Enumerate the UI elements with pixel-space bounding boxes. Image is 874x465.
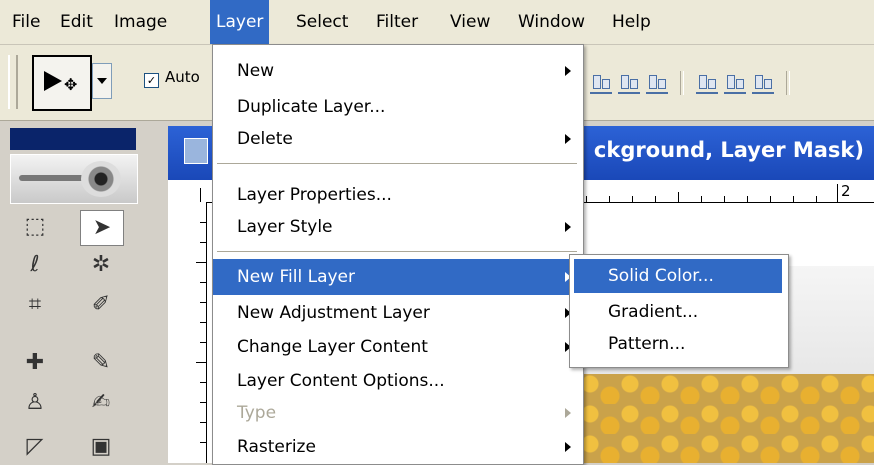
ruler-label: 2 [841,182,851,200]
tool-preset-picker[interactable]: ✥ [32,55,92,111]
move-cross-icon: ✥ [64,75,78,94]
align-top-icon[interactable] [590,72,612,94]
menu-filter[interactable]: Filter [370,0,424,44]
move-tool-icon [44,71,62,91]
magic-wand-tool-icon[interactable]: ✲ [80,248,122,282]
menu-layer[interactable]: Layer [210,0,270,44]
menu-bar: File Edit Image Layer Select Filter View… [0,0,874,45]
menu-item-new-fill-layer[interactable]: New Fill Layer [213,259,583,295]
move-tool-icon[interactable]: ➤ [80,210,124,246]
document-title: ckground, Layer Mask) [593,138,864,162]
menu-item-layer-properties[interactable]: Layer Properties... [213,177,583,213]
menu-separator [217,163,577,164]
slice-tool-icon[interactable]: ✐ [80,288,122,322]
submenu-arrow-icon [565,134,571,144]
menu-item-rasterize[interactable]: Rasterize [213,429,583,465]
align-right-icon[interactable] [752,72,774,94]
menu-separator [217,251,577,252]
gradient-tool-icon[interactable]: ▣ [80,430,122,464]
clone-stamp-tool-icon[interactable]: ♙ [14,386,56,420]
lasso-tool-icon[interactable]: ℓ [14,248,56,282]
toolbox-title-bar[interactable] [10,128,136,150]
submenu-arrow-icon [565,442,571,452]
eye-graphic [81,161,121,197]
auto-select-checkbox[interactable]: ✓ [144,73,159,88]
menu-select[interactable]: Select [290,0,354,44]
history-brush-tool-icon[interactable]: ✍ [80,386,122,420]
menu-item-change-layer-content[interactable]: Change Layer Content [213,329,583,365]
auto-select-label: Auto [165,68,200,86]
submenu-item-gradient[interactable]: Gradient... [574,295,782,329]
menu-image[interactable]: Image [108,0,173,44]
layer-menu: New Duplicate Layer... Delete Layer Prop… [212,44,584,465]
submenu-arrow-icon [565,408,571,418]
align-horizontal-center-icon[interactable] [724,72,746,94]
menu-window[interactable]: Window [512,0,591,44]
toolbar-separator [680,71,684,95]
vertical-ruler[interactable] [168,202,207,463]
menu-edit[interactable]: Edit [54,0,99,44]
document-icon [184,138,208,164]
menu-help[interactable]: Help [606,0,657,44]
peas-image [580,374,874,463]
align-vertical-center-icon[interactable] [618,72,640,94]
menu-item-new-adjustment-layer[interactable]: New Adjustment Layer [213,295,583,331]
menu-view[interactable]: View [444,0,496,44]
crop-tool-icon[interactable]: ⌗ [14,288,56,322]
menu-item-type: Type [213,395,583,431]
submenu-item-pattern[interactable]: Pattern... [574,327,782,361]
new-fill-layer-submenu: Solid Color... Gradient... Pattern... [569,254,789,368]
toolbar-separator [786,71,790,95]
align-left-icon[interactable] [696,72,718,94]
align-buttons [590,71,796,95]
toolbox: ⬚ ➤ ℓ ✲ ⌗ ✐ ✚ ✎ ♙ ✍ ◸ ▣ [0,126,150,463]
feather-graphic [19,175,89,181]
menu-file[interactable]: File [6,0,46,44]
healing-brush-tool-icon[interactable]: ✚ [14,346,56,380]
brush-tool-icon[interactable]: ✎ [80,346,122,380]
photoshop-logo[interactable] [10,154,138,204]
menu-item-duplicate-layer[interactable]: Duplicate Layer... [213,89,583,125]
submenu-arrow-icon [565,66,571,76]
menu-item-layer-style[interactable]: Layer Style [213,209,583,245]
menu-item-new[interactable]: New [213,53,583,89]
align-bottom-icon[interactable] [646,72,668,94]
submenu-item-solid-color[interactable]: Solid Color... [574,259,782,293]
submenu-arrow-icon [565,222,571,232]
menu-item-layer-content-options[interactable]: Layer Content Options... [213,363,583,399]
menu-item-delete[interactable]: Delete [213,121,583,157]
toolbar-grip[interactable] [8,55,18,109]
tool-preset-dropdown[interactable] [92,63,112,99]
marquee-tool-icon[interactable]: ⬚ [14,210,56,244]
eraser-tool-icon[interactable]: ◸ [14,430,56,464]
